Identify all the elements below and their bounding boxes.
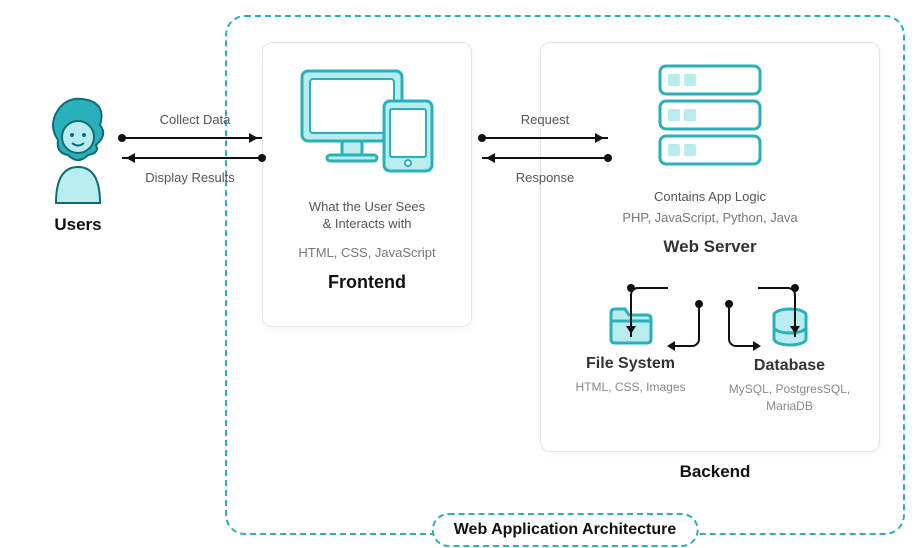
arrow-request	[482, 137, 608, 139]
connector-webserver-to-database	[758, 287, 796, 337]
user-icon	[38, 95, 118, 205]
frontend-title: Frontend	[273, 272, 461, 293]
webserver-title: Web Server	[551, 237, 869, 257]
backend-card: Contains App Logic PHP, JavaScript, Pyth…	[540, 42, 880, 452]
frontend-card: What the User Sees & Interacts with HTML…	[262, 42, 472, 327]
database-tech: MySQL, PostgresSQL, MariaDB	[715, 381, 865, 415]
frontend-desc-2: & Interacts with	[273, 216, 461, 231]
label-request: Request	[500, 112, 590, 127]
frontend-tech: HTML, CSS, JavaScript	[273, 245, 461, 260]
arrow-collect-data	[122, 137, 262, 139]
frontend-desc-1: What the User Sees	[273, 199, 461, 214]
connector-database-to-webserver	[728, 305, 758, 347]
architecture-title-pill: Web Application Architecture	[432, 513, 699, 547]
arrow-response	[482, 157, 608, 159]
database-title: Database	[715, 357, 865, 375]
arrow-display-results	[122, 157, 262, 159]
users-block: Users	[18, 95, 138, 235]
devices-icon	[292, 61, 442, 181]
webserver-desc: Contains App Logic	[551, 189, 869, 204]
architecture-title: Web Application Architecture	[454, 521, 677, 539]
label-collect-data: Collect Data	[145, 112, 245, 127]
filesystem-tech: HTML, CSS, Images	[556, 379, 706, 396]
users-label: Users	[18, 215, 138, 235]
label-display-results: Display Results	[140, 170, 240, 185]
label-response: Response	[500, 170, 590, 185]
filesystem-title: File System	[556, 355, 706, 373]
webserver-tech: PHP, JavaScript, Python, Java	[551, 210, 869, 225]
connector-filesystem-to-webserver	[670, 305, 700, 347]
backend-label: Backend	[640, 462, 790, 482]
server-icon	[650, 61, 770, 171]
connector-webserver-to-filesystem	[630, 287, 668, 337]
